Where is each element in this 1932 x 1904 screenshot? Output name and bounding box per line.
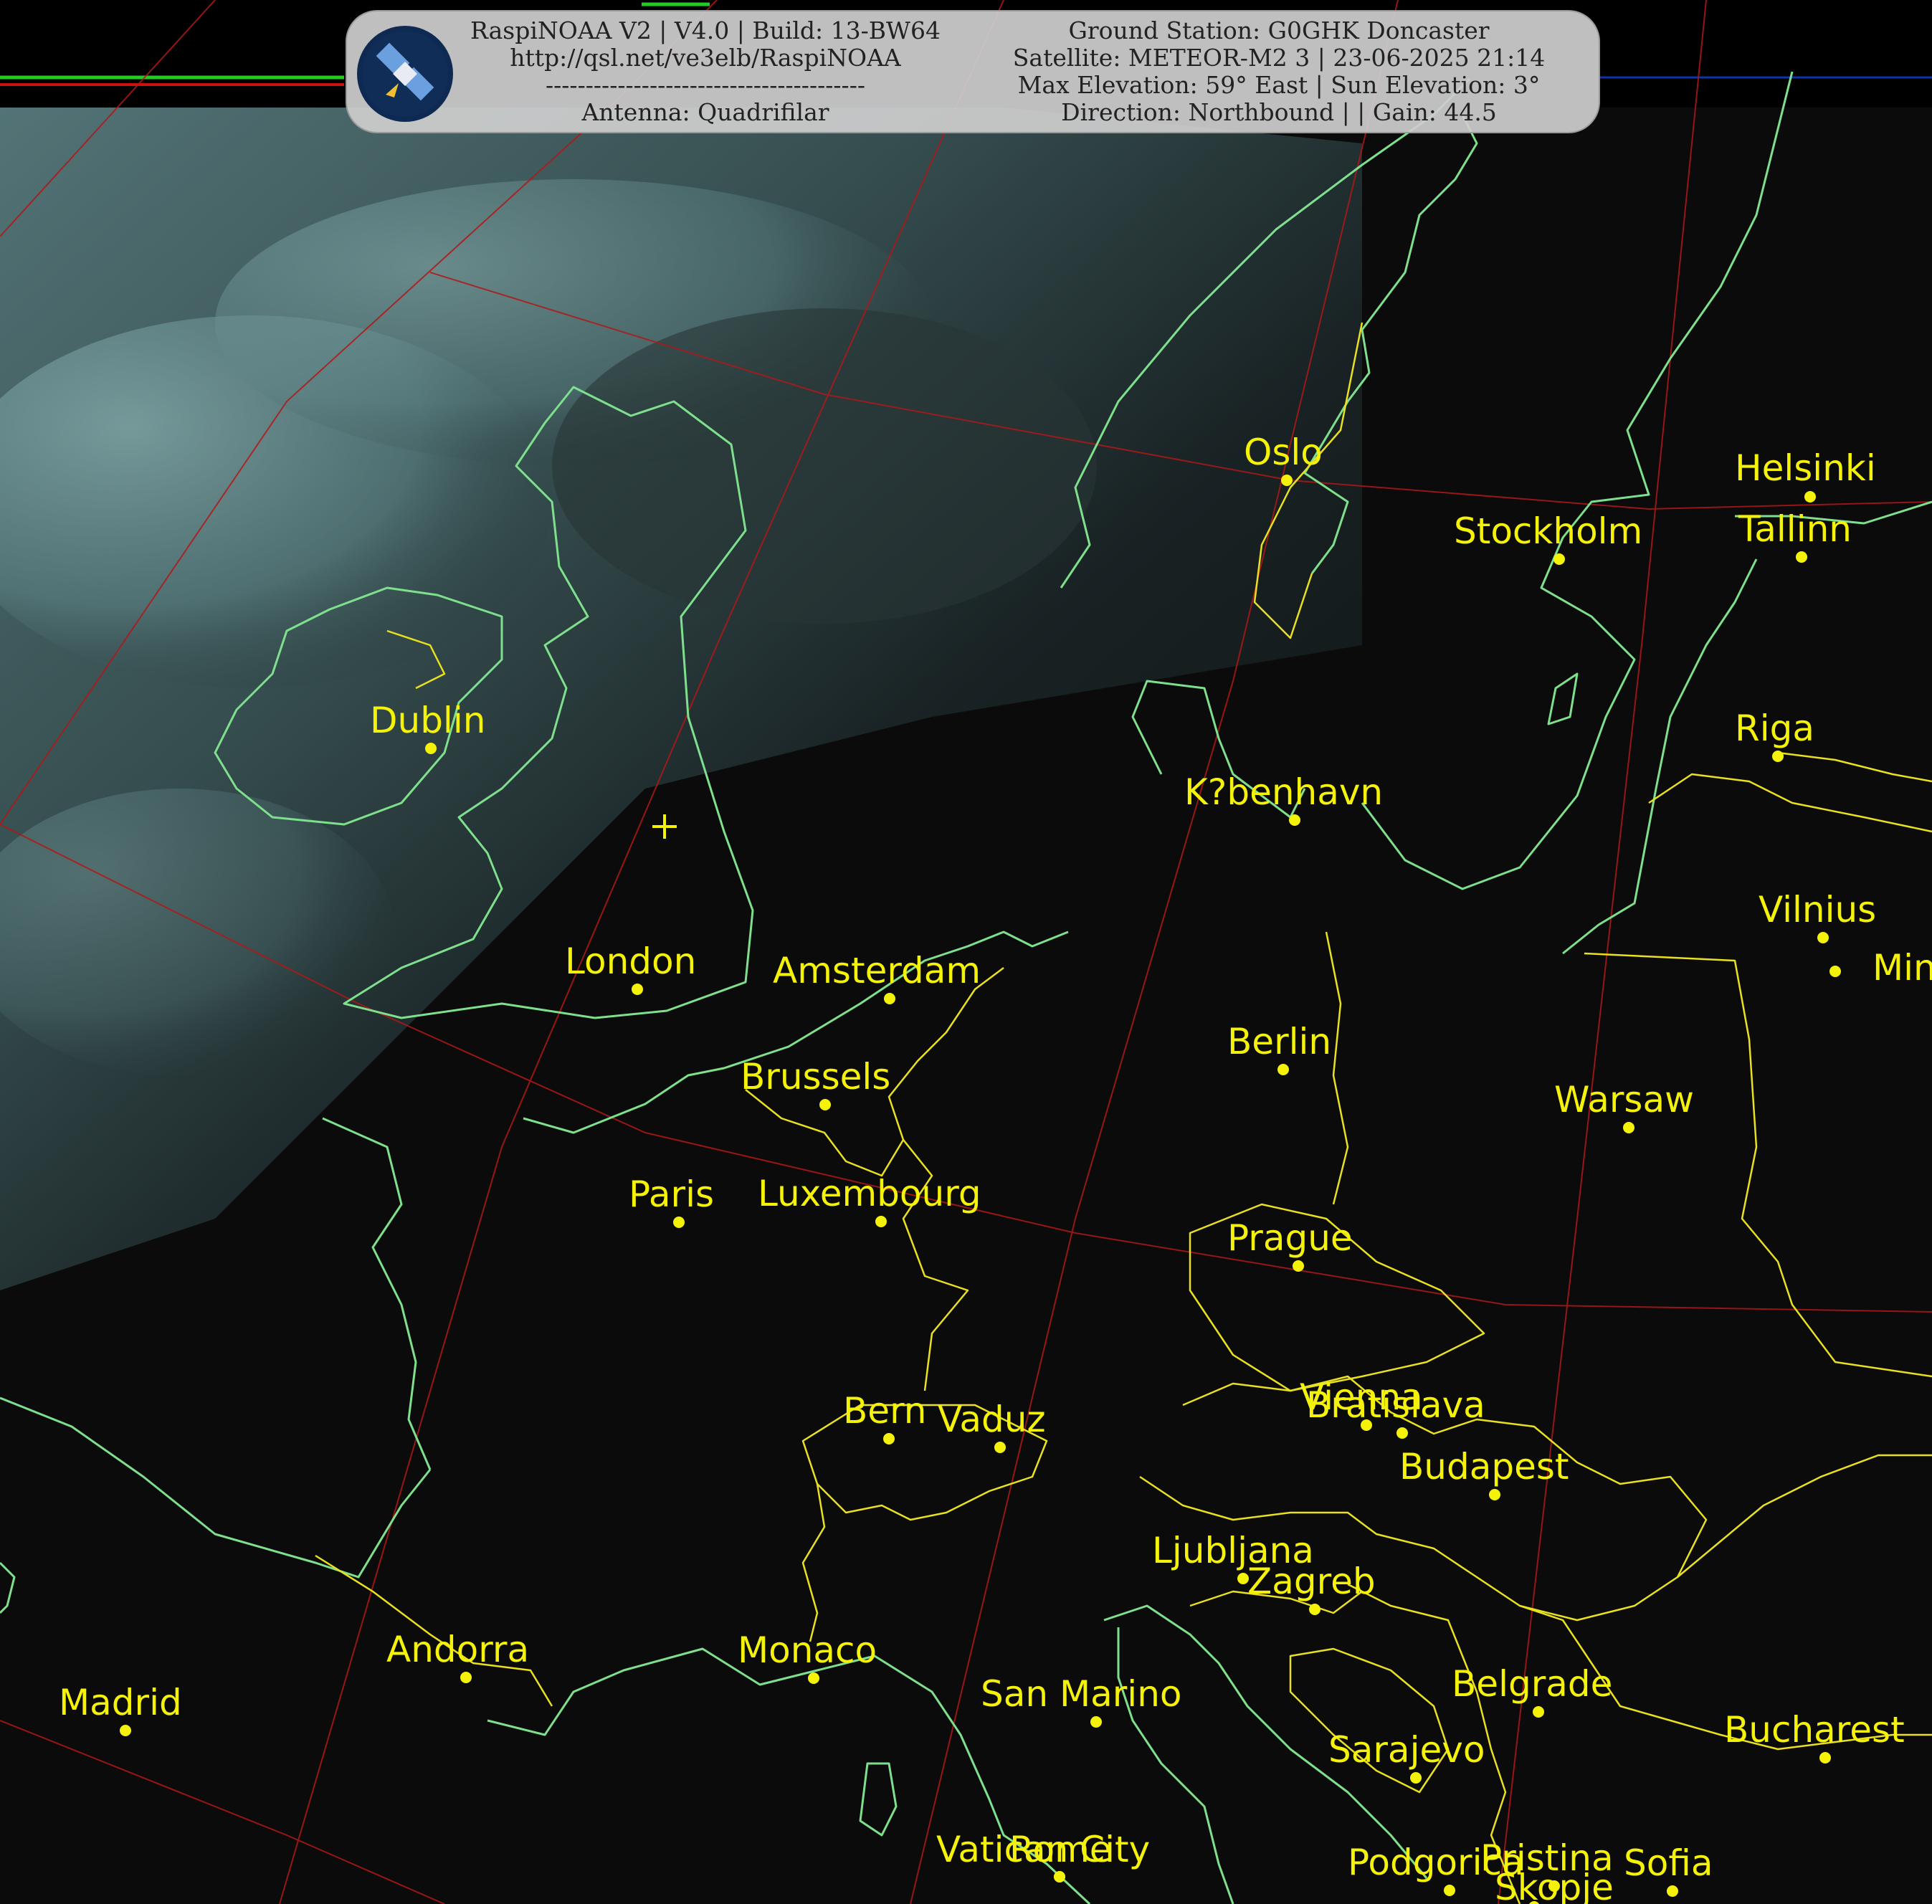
city-marker-vilnius — [1817, 932, 1829, 943]
banner-line: Antenna: Quadrifilar — [581, 98, 829, 126]
city-marker-dublin — [425, 743, 437, 754]
banner-line: http://qsl.net/ve3elb/RaspiNOAA — [510, 44, 901, 72]
city-marker-tallinn — [1796, 551, 1807, 563]
city-label-belgrade: Belgrade — [1452, 1663, 1612, 1705]
city-marker-budapest — [1489, 1489, 1500, 1500]
city-marker-london — [632, 984, 643, 995]
city-marker-rome — [1054, 1871, 1065, 1882]
city-label-dublin: Dublin — [370, 700, 485, 741]
city-label-london: London — [565, 941, 696, 982]
city-marker-monaco — [808, 1672, 819, 1684]
city-label-stockholm: Stockholm — [1454, 510, 1642, 552]
city-marker-belgrade — [1533, 1706, 1544, 1718]
city-label-san-marino: San Marino — [981, 1673, 1181, 1715]
city-label-amsterdam: Amsterdam — [773, 950, 981, 991]
city-marker-luxembourg — [875, 1216, 887, 1227]
city-marker-helsinki — [1804, 491, 1816, 503]
city-label-tallinn: Tallinn — [1738, 508, 1852, 550]
city-label-bucharest: Bucharest — [1724, 1709, 1905, 1751]
city-label-helsinki: Helsinki — [1735, 447, 1876, 489]
city-marker-berlin — [1277, 1064, 1289, 1075]
city-label-brussels: Brussels — [741, 1056, 890, 1098]
city-label-min: Min — [1872, 947, 1932, 989]
city-label-prague: Prague — [1227, 1217, 1353, 1259]
city-marker-brussels — [819, 1099, 831, 1110]
banner-line: ---------------------------------------- — [545, 71, 865, 99]
cloud-mass — [552, 308, 1097, 624]
city-label-sofia: Sofia — [1624, 1842, 1713, 1884]
city-label-paris: Paris — [629, 1174, 714, 1215]
city-marker-riga — [1772, 751, 1784, 762]
city-marker-sofia — [1667, 1885, 1678, 1897]
city-label-sarajevo: Sarajevo — [1328, 1729, 1485, 1771]
city-marker-podgorica — [1444, 1885, 1455, 1896]
city-marker-warsaw — [1623, 1122, 1634, 1133]
banner-line: Satellite: METEOR-M2 3 | 23-06-2025 21:1… — [1012, 44, 1546, 72]
banner-line: Direction: Northbound | | Gain: 44.5 — [1061, 98, 1497, 126]
city-label-berlin: Berlin — [1227, 1021, 1331, 1062]
banner-line: RaspiNOAA V2 | V4.0 | Build: 13-BW64 — [470, 16, 941, 44]
city-marker-zagreb — [1309, 1604, 1320, 1615]
city-label-zagreb: Zagreb — [1247, 1561, 1376, 1602]
city-label-luxembourg: Luxembourg — [758, 1173, 981, 1214]
city-marker-prague — [1293, 1260, 1304, 1272]
satellite-icon — [357, 26, 453, 122]
city-label-vilnius: Vilnius — [1759, 889, 1876, 930]
city-marker-stockholm — [1553, 553, 1565, 565]
banner-right-text: Ground Station: G0GHK Doncaster Satellit… — [963, 17, 1594, 126]
banner-line: Max Elevation: 59° East | Sun Elevation:… — [1017, 71, 1541, 99]
info-banner: RaspiNOAA V2 | V4.0 | Build: 13-BW64 htt… — [346, 10, 1600, 133]
city-marker-paris — [673, 1217, 685, 1228]
city-label-rome: Rome — [1009, 1829, 1112, 1870]
city-label-riga: Riga — [1735, 708, 1814, 749]
city-label-bratislava: Bratislava — [1306, 1384, 1485, 1426]
city-marker-k-benhavn — [1289, 814, 1300, 826]
city-marker-san-marino — [1090, 1716, 1102, 1728]
city-marker-bucharest — [1819, 1752, 1831, 1763]
city-label-vaduz: Vaduz — [938, 1399, 1046, 1440]
city-label-skopje: Skopje — [1495, 1867, 1614, 1904]
city-label-budapest: Budapest — [1399, 1446, 1569, 1488]
city-marker-vaduz — [994, 1442, 1006, 1453]
banner-left-text: RaspiNOAA V2 | V4.0 | Build: 13-BW64 htt… — [469, 17, 942, 126]
city-label-bern: Bern — [843, 1390, 926, 1432]
city-marker-bern — [883, 1433, 895, 1444]
city-marker-andorra — [460, 1672, 472, 1683]
city-label-k-benhavn: K?benhavn — [1184, 771, 1383, 813]
city-marker-min — [1829, 966, 1841, 977]
satellite-map: Oslo Helsinki Stockholm Tallinn Dublin Riga K?… — [0, 0, 1932, 1904]
city-marker-oslo — [1281, 475, 1293, 486]
city-label-andorra: Andorra — [386, 1629, 529, 1670]
city-label-monaco: Monaco — [738, 1629, 877, 1671]
banner-line: Ground Station: G0GHK Doncaster — [1068, 16, 1490, 44]
city-label-madrid: Madrid — [59, 1682, 182, 1723]
city-marker-bratislava — [1396, 1427, 1408, 1439]
city-marker-amsterdam — [884, 993, 895, 1004]
city-marker-madrid — [120, 1725, 131, 1736]
city-marker-sarajevo — [1410, 1772, 1422, 1784]
city-label-oslo: Oslo — [1244, 432, 1323, 473]
city-label-warsaw: Warsaw — [1554, 1079, 1694, 1120]
